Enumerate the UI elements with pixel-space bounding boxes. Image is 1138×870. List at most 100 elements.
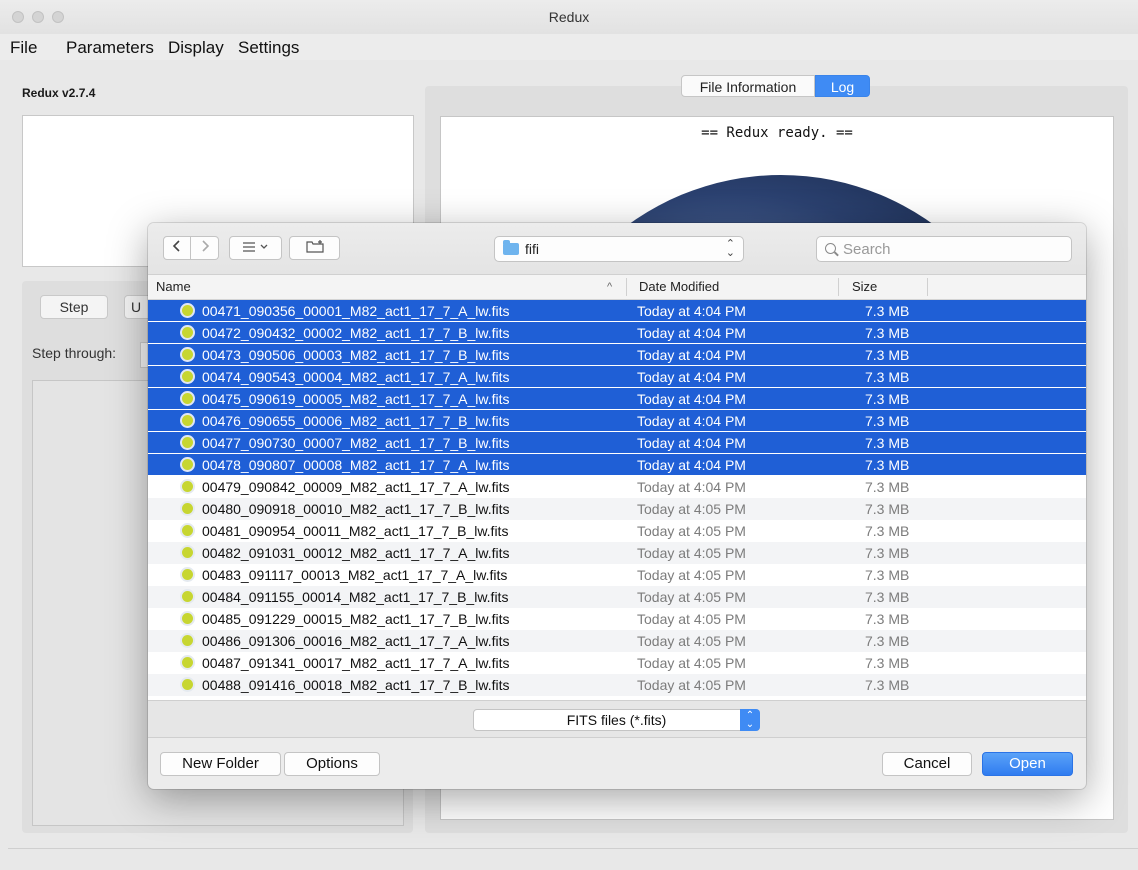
back-button[interactable] (163, 236, 191, 260)
file-size: 7.3 MB (865, 479, 910, 495)
column-divider (927, 278, 928, 296)
menu-parameters[interactable]: Parameters (66, 38, 154, 58)
fits-file-icon (182, 481, 193, 492)
file-date: Today at 4:04 PM (637, 369, 746, 385)
file-name: 00477_090730_00007_M82_act1_17_7_B_lw.fi… (202, 435, 510, 451)
fits-file-icon (182, 569, 193, 580)
file-size: 7.3 MB (865, 655, 910, 671)
menu-file[interactable]: File (10, 38, 37, 58)
file-name: 00481_090954_00011_M82_act1_17_7_B_lw.fi… (202, 523, 509, 539)
file-name: 00486_091306_00016_M82_act1_17_7_A_lw.fi… (202, 633, 510, 649)
file-date: Today at 4:04 PM (637, 391, 746, 407)
fits-file-icon (182, 525, 193, 536)
column-divider (626, 278, 627, 296)
file-size: 7.3 MB (865, 633, 910, 649)
filter-bar: FITS files (*.fits) ⌃ ⌄ (148, 700, 1086, 738)
column-header-name[interactable]: Name (156, 275, 191, 299)
fits-file-icon (182, 371, 193, 382)
location-popup[interactable]: fifi ⌃ ⌄ (494, 236, 744, 262)
log-text: == Redux ready. == (701, 125, 853, 141)
search-input[interactable]: Search (816, 236, 1072, 262)
fits-file-icon (182, 393, 193, 404)
tab-log[interactable]: Log (815, 75, 870, 97)
file-size: 7.3 MB (865, 457, 910, 473)
column-header-size[interactable]: Size (852, 275, 877, 299)
file-row[interactable]: 00483_091117_00013_M82_act1_17_7_A_lw.fi… (148, 564, 1086, 586)
file-name: 00479_090842_00009_M82_act1_17_7_A_lw.fi… (202, 479, 510, 495)
options-button[interactable]: Options (284, 752, 380, 776)
file-size: 7.3 MB (865, 567, 910, 583)
view-options-button[interactable] (229, 236, 282, 260)
column-header-date[interactable]: Date Modified (639, 275, 719, 299)
file-row[interactable]: 00476_090655_00006_M82_act1_17_7_B_lw.fi… (148, 410, 1086, 431)
file-row[interactable]: 00481_090954_00011_M82_act1_17_7_B_lw.fi… (148, 520, 1086, 542)
file-name: 00488_091416_00018_M82_act1_17_7_B_lw.fi… (202, 677, 510, 693)
file-size: 7.3 MB (865, 347, 910, 363)
file-name: 00487_091341_00017_M82_act1_17_7_A_lw.fi… (202, 655, 510, 671)
file-size: 7.3 MB (865, 435, 910, 451)
fits-file-icon (182, 635, 193, 646)
file-row[interactable]: 00473_090506_00003_M82_act1_17_7_B_lw.fi… (148, 344, 1086, 365)
fits-file-icon (182, 503, 193, 514)
menu-settings[interactable]: Settings (238, 38, 299, 58)
file-row[interactable]: 00486_091306_00016_M82_act1_17_7_A_lw.fi… (148, 630, 1086, 652)
file-row[interactable]: 00485_091229_00015_M82_act1_17_7_B_lw.fi… (148, 608, 1086, 630)
file-date: Today at 4:05 PM (637, 633, 746, 649)
file-row[interactable]: 00472_090432_00002_M82_act1_17_7_B_lw.fi… (148, 322, 1086, 343)
file-row[interactable]: 00480_090918_00010_M82_act1_17_7_B_lw.fi… (148, 498, 1086, 520)
file-row[interactable]: 00488_091416_00018_M82_act1_17_7_B_lw.fi… (148, 674, 1086, 696)
step-button[interactable]: Step (40, 295, 108, 319)
file-date: Today at 4:04 PM (637, 325, 746, 341)
file-date: Today at 4:05 PM (637, 523, 746, 539)
file-row[interactable]: 00487_091341_00017_M82_act1_17_7_A_lw.fi… (148, 652, 1086, 674)
open-button[interactable]: Open (982, 752, 1073, 776)
file-size: 7.3 MB (865, 589, 910, 605)
file-name: 00476_090655_00006_M82_act1_17_7_B_lw.fi… (202, 413, 510, 429)
file-row[interactable]: 00471_090356_00001_M82_act1_17_7_A_lw.fi… (148, 300, 1086, 321)
file-date: Today at 4:05 PM (637, 655, 746, 671)
file-size: 7.3 MB (865, 325, 910, 341)
fits-file-icon (182, 613, 193, 624)
dialog-toolbar: fifi ⌃ ⌄ Search (148, 223, 1086, 275)
file-row[interactable]: 00484_091155_00014_M82_act1_17_7_B_lw.fi… (148, 586, 1086, 608)
file-row[interactable]: 00478_090807_00008_M82_act1_17_7_A_lw.fi… (148, 454, 1086, 475)
file-name: 00472_090432_00002_M82_act1_17_7_B_lw.fi… (202, 325, 510, 341)
file-row[interactable]: 00475_090619_00005_M82_act1_17_7_A_lw.fi… (148, 388, 1086, 409)
new-folder-toolbar-button[interactable] (289, 236, 340, 260)
fits-file-icon (182, 327, 193, 338)
menu-display[interactable]: Display (168, 38, 224, 58)
app-version-label: Redux v2.7.4 (22, 86, 96, 100)
file-row[interactable]: 00479_090842_00009_M82_act1_17_7_A_lw.fi… (148, 476, 1086, 498)
file-date: Today at 4:05 PM (637, 611, 746, 627)
new-folder-button[interactable]: New Folder (160, 752, 281, 776)
file-name: 00475_090619_00005_M82_act1_17_7_A_lw.fi… (202, 391, 510, 407)
fits-file-icon (182, 459, 193, 470)
fits-file-icon (182, 305, 193, 316)
fits-file-icon (182, 591, 193, 602)
search-icon (825, 243, 836, 254)
column-divider (838, 278, 839, 296)
new-folder-icon (305, 240, 324, 253)
file-date: Today at 4:05 PM (637, 545, 746, 561)
file-row[interactable]: 00477_090730_00007_M82_act1_17_7_B_lw.fi… (148, 432, 1086, 453)
file-row[interactable]: 00474_090543_00004_M82_act1_17_7_A_lw.fi… (148, 366, 1086, 387)
file-date: Today at 4:05 PM (637, 501, 746, 517)
cancel-button[interactable]: Cancel (882, 752, 972, 776)
file-name: 00480_090918_00010_M82_act1_17_7_B_lw.fi… (202, 501, 510, 517)
folder-icon (503, 240, 519, 255)
file-name: 00478_090807_00008_M82_act1_17_7_A_lw.fi… (202, 457, 510, 473)
window-title: Redux (548, 9, 590, 25)
open-file-dialog: fifi ⌃ ⌄ Search Name ^ Date Modified Size… (148, 223, 1086, 789)
list-view-icon (242, 242, 267, 252)
file-name: 00484_091155_00014_M82_act1_17_7_B_lw.fi… (202, 589, 509, 605)
forward-button[interactable] (191, 236, 219, 260)
file-list: 00471_090356_00001_M82_act1_17_7_A_lw.fi… (148, 300, 1086, 700)
file-type-select[interactable]: FITS files (*.fits) ⌃ ⌄ (473, 709, 760, 731)
file-list-header: Name ^ Date Modified Size (148, 275, 1086, 300)
file-date: Today at 4:04 PM (637, 347, 746, 363)
file-row[interactable]: 00482_091031_00012_M82_act1_17_7_A_lw.fi… (148, 542, 1086, 564)
fits-file-icon (182, 657, 193, 668)
fits-file-icon (182, 415, 193, 426)
file-date: Today at 4:05 PM (637, 677, 746, 693)
tab-file-information[interactable]: File Information (681, 75, 815, 97)
